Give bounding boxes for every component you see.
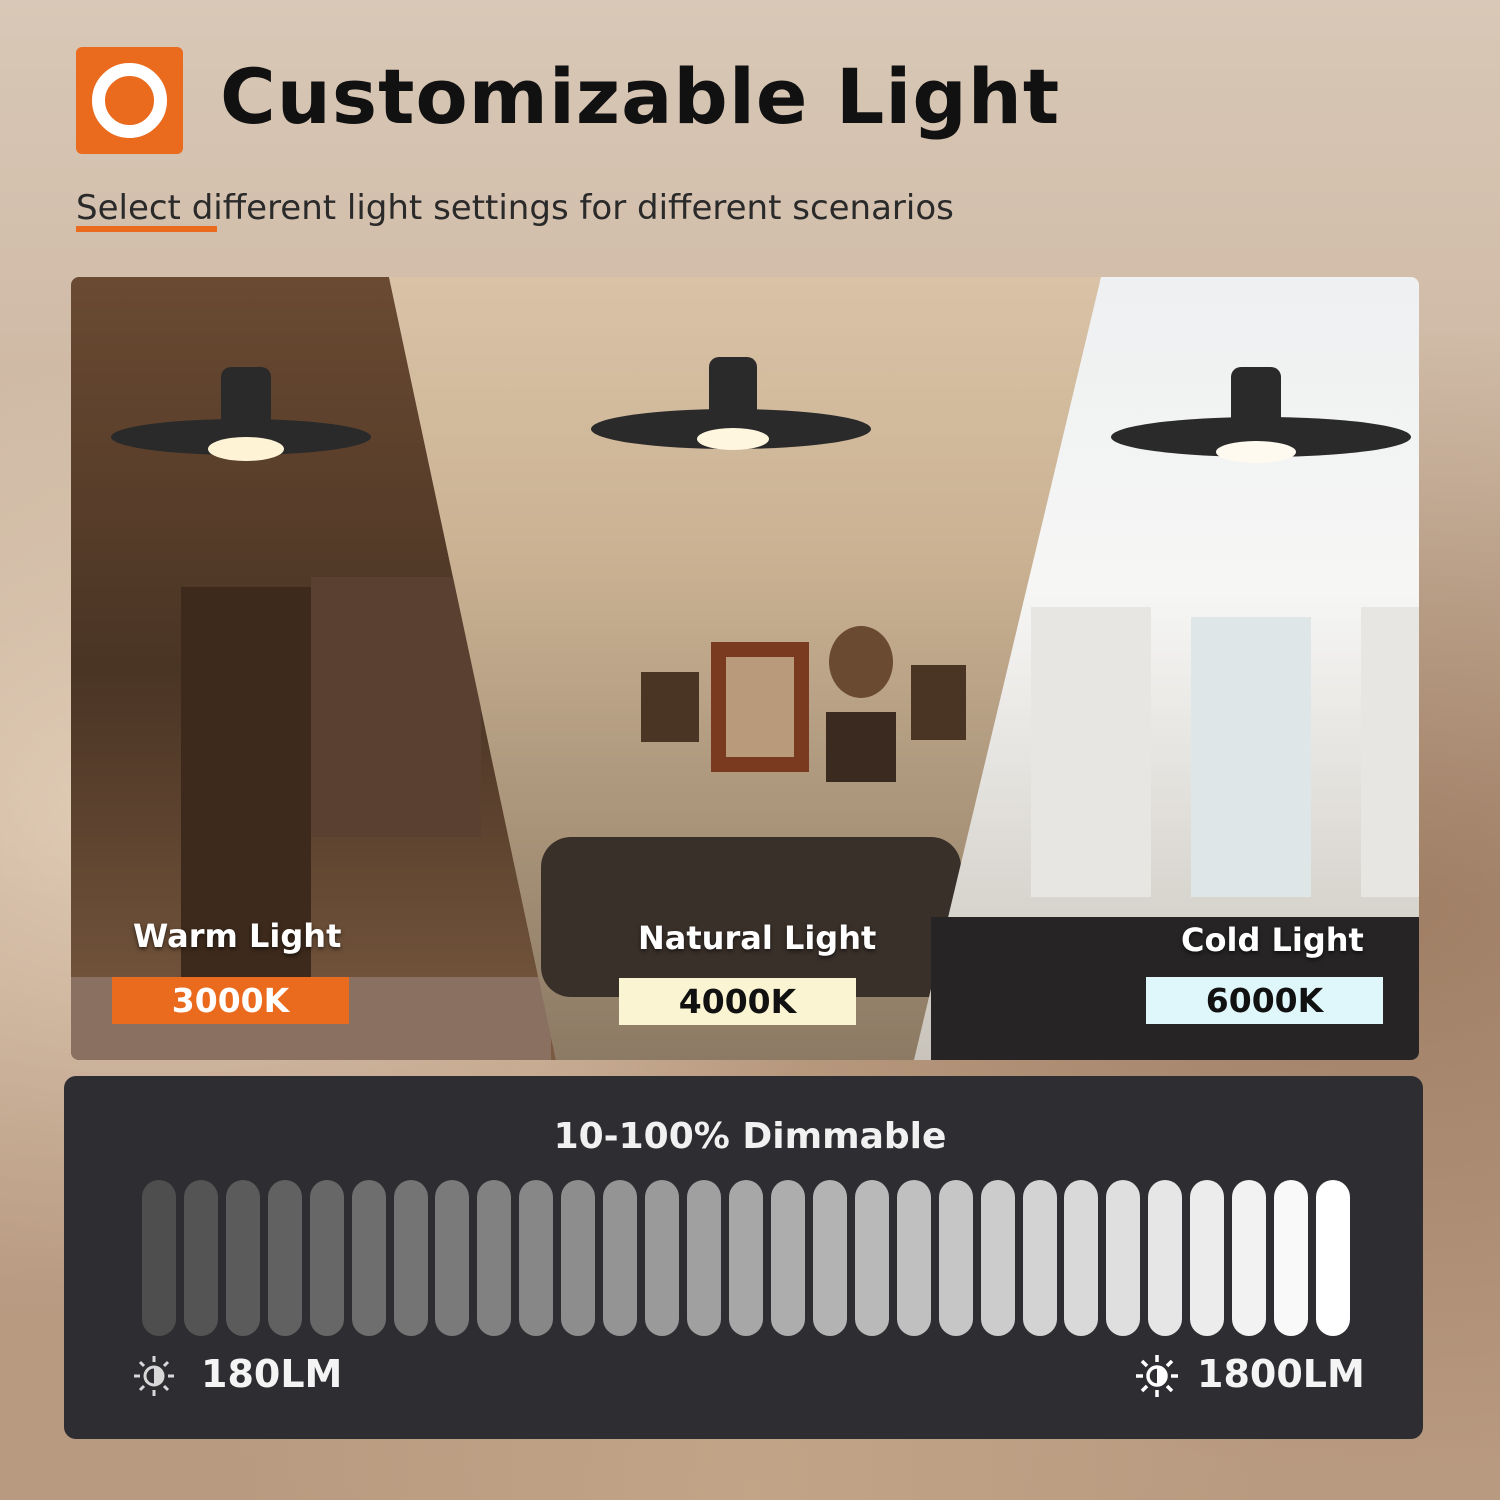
- brand-logo-icon: [76, 47, 183, 154]
- ring-icon: [92, 63, 167, 138]
- min-lumen-label: 180LM: [201, 1352, 343, 1396]
- max-lumen-label: 1800LM: [1197, 1352, 1365, 1396]
- brightness-level-bar: [896, 1180, 931, 1336]
- natural-light-temperature-badge: 4000K: [619, 978, 856, 1025]
- brightness-level-bar: [770, 1180, 805, 1336]
- brightness-level-bar: [980, 1180, 1015, 1336]
- brightness-level-bar: [1022, 1180, 1057, 1336]
- brightness-level-bar: [812, 1180, 847, 1336]
- brightness-level-bar: [687, 1180, 722, 1336]
- natural-light-label: Natural Light: [638, 919, 877, 957]
- brightness-level-bar: [1148, 1180, 1183, 1336]
- brightness-level-bar: [141, 1180, 176, 1336]
- brightness-level-bar: [225, 1180, 260, 1336]
- brightness-level-bar: [351, 1180, 386, 1336]
- brightness-level-bar: [435, 1180, 470, 1336]
- sun-bright-icon: [1136, 1355, 1178, 1397]
- dimmer-title: 10-100% Dimmable: [553, 1116, 947, 1157]
- cold-light-label: Cold Light: [1181, 921, 1364, 959]
- subtitle-accent-underline: [76, 226, 217, 232]
- brightness-level-bar: [309, 1180, 344, 1336]
- page-subtitle: Select different light settings for diff…: [76, 188, 954, 228]
- brightness-level-bar: [267, 1180, 302, 1336]
- sun-dim-icon: [134, 1356, 174, 1396]
- brightness-level-bar: [603, 1180, 638, 1336]
- warm-light-label: Warm Light: [133, 917, 342, 955]
- brightness-level-bar: [938, 1180, 973, 1336]
- brightness-level-bar: [561, 1180, 596, 1336]
- brightness-level-bar: [393, 1180, 428, 1336]
- cold-light-temperature-badge: 6000K: [1146, 977, 1383, 1024]
- page-title: Customizable Light: [220, 52, 1061, 141]
- brightness-level-bar: [729, 1180, 763, 1336]
- brightness-level-bar: [477, 1180, 512, 1336]
- brightness-level-bar: [1232, 1180, 1267, 1336]
- brightness-level-bar: [519, 1180, 554, 1336]
- brightness-level-bar: [183, 1180, 218, 1336]
- brightness-level-bar: [1106, 1180, 1141, 1336]
- brightness-level-bar: [1190, 1180, 1225, 1336]
- brightness-level-bar: [645, 1180, 680, 1336]
- brightness-level-bar: [1316, 1180, 1351, 1336]
- brightness-level-bar: [1274, 1180, 1309, 1336]
- brightness-scale: [138, 1180, 1354, 1336]
- warm-light-temperature-badge: 3000K: [112, 977, 349, 1024]
- brightness-level-bar: [1064, 1180, 1099, 1336]
- brightness-level-bar: [854, 1180, 889, 1336]
